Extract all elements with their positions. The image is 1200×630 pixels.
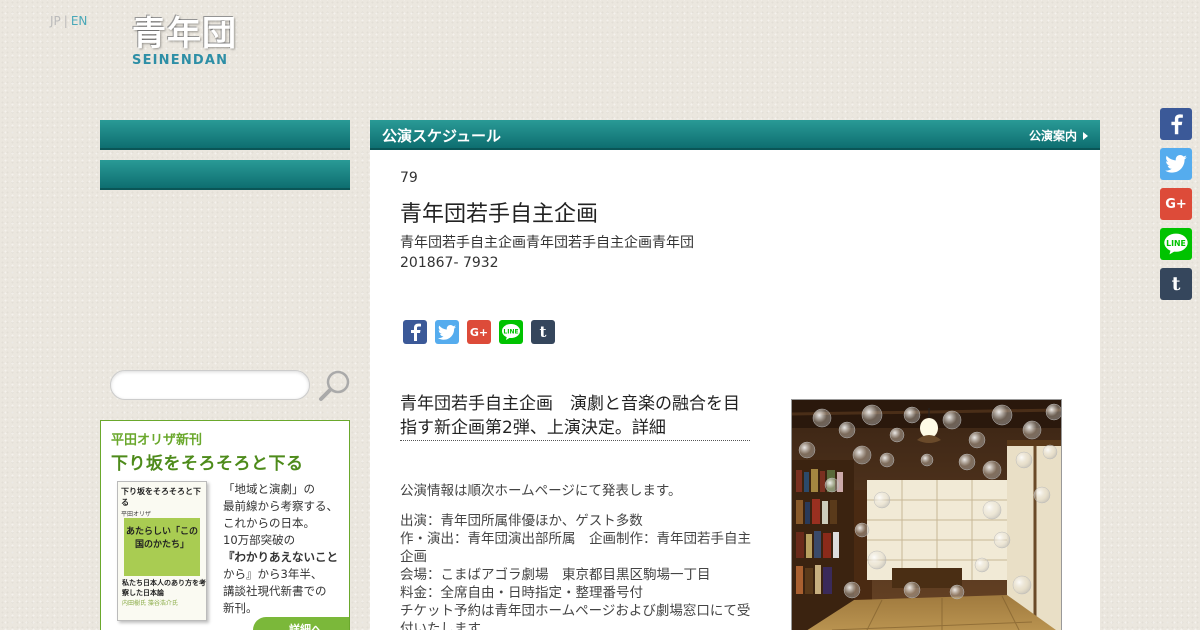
book-cover-band: あたらしい「この国のかたち」 <box>124 518 200 576</box>
sidebar-menu-button-1[interactable] <box>100 120 350 150</box>
sidebar-menu-button-2[interactable] <box>100 160 350 190</box>
event-subtitle: 青年団若手自主企画青年団若手自主企画青年団 <box>400 235 694 251</box>
event-number: 79 <box>400 170 418 186</box>
site-logo[interactable]: 青年団 SEINENDAN <box>132 14 252 72</box>
facebook-icon[interactable] <box>1160 108 1192 140</box>
ad-title: 下り坂をそろそろと下る <box>111 454 304 474</box>
ad-line: 10万部突破の <box>223 533 296 547</box>
lang-en-link[interactable]: EN <box>71 14 88 28</box>
book-ad-banner[interactable]: 平田オリザ新刊 下り坂をそろそろと下る 下り坂をそろそろと下る 平田オリザ あた… <box>100 420 350 630</box>
tumblr-icon[interactable]: t <box>531 320 555 344</box>
logo-kanji: 青年団 <box>132 14 237 54</box>
facebook-icon[interactable] <box>403 320 427 344</box>
section-title: 公演スケジュール <box>382 127 501 145</box>
stage-photo[interactable] <box>791 399 1062 630</box>
line-icon[interactable]: LINE <box>1160 228 1192 260</box>
book-cover-title: 下り坂をそろそろと下る <box>121 487 201 507</box>
body-paragraph: 出演：青年団所属俳優ほか、ゲスト多数 作・演出：青年団演出部所属 企画制作：青年… <box>400 512 760 630</box>
body-line: 公演情報は順次ホームページにて発表します。 <box>400 483 682 499</box>
triangle-right-icon <box>1083 132 1088 140</box>
lang-jp-link[interactable]: JP <box>50 14 61 28</box>
body-line: 出演：青年団所属俳優ほか、ゲスト多数 <box>400 513 643 529</box>
search-icon[interactable] <box>318 368 354 408</box>
body-line: 会場：こまばアゴラ劇場 東京都目黒区駒場一丁目 <box>400 567 711 583</box>
article-heading-link[interactable]: 青年団若手自主企画 演劇と音楽の融合を目指す新企画第2弾、上演決定。詳細 <box>400 392 750 441</box>
main-content: 公演スケジュール 公演案内 79 青年団若手自主企画 青年団若手自主企画青年団若… <box>370 120 1100 630</box>
svg-text:LINE: LINE <box>1166 239 1186 248</box>
search-input[interactable] <box>110 370 310 400</box>
ad-line: 新刊。 <box>223 601 258 615</box>
body-paragraph: 公演情報は順次ホームページにて発表します。 <box>400 482 760 500</box>
ad-line: これからの日本。 <box>223 516 315 530</box>
ad-line: 「地域と演劇」の <box>223 482 315 496</box>
body-line: 作・演出：青年団演出部所属 企画制作：青年団若手自主企画 <box>400 531 751 565</box>
google-plus-icon[interactable]: G+ <box>467 320 491 344</box>
google-plus-icon[interactable]: G+ <box>1160 188 1192 220</box>
search-box <box>110 370 350 401</box>
book-cover-image: 下り坂をそろそろと下る 平田オリザ あたらしい「この国のかたち」 私たち日本人の… <box>117 481 207 621</box>
body-line: 料金：全席自由・日時指定・整理番号付 <box>400 585 643 601</box>
ad-description: 「地域と演劇」の 最前線から考察する、 これからの日本。 10万部突破の 『わか… <box>223 481 348 617</box>
line-icon[interactable]: LINE <box>499 320 523 344</box>
floating-share-bar: G+ LINE t <box>1160 108 1192 300</box>
tumblr-icon[interactable]: t <box>1160 268 1192 300</box>
twitter-icon[interactable] <box>435 320 459 344</box>
ad-line: 最前線から考察する、 <box>223 499 338 513</box>
section-header: 公演スケジュール 公演案内 <box>370 120 1100 150</box>
ad-line: 『わかりあえないこと <box>223 550 338 564</box>
ad-detail-button[interactable]: 詳細へ <box>253 617 349 630</box>
svg-text:LINE: LINE <box>503 329 518 336</box>
performance-info-link[interactable]: 公演案内 <box>1029 127 1088 144</box>
inline-share-buttons: G+ LINE t <box>403 320 555 344</box>
article-body: 公演情報は順次ホームページにて発表します。 出演：青年団所属俳優ほか、ゲスト多数… <box>400 482 760 630</box>
book-cover-blurb: 私たち日本人のあり方を考察した日本論 <box>122 579 206 597</box>
book-cover-names: 内田樹氏 藻谷浩介氏 <box>122 600 178 607</box>
lang-separator: | <box>63 14 68 28</box>
ad-line: から』から3年半、 <box>223 567 323 581</box>
ad-line: 講談社現代新書での <box>223 584 327 598</box>
logo-roman: SEINENDAN <box>132 53 229 68</box>
ad-kicker: 平田オリザ新刊 <box>111 433 203 448</box>
performance-info-label: 公演案内 <box>1028 129 1077 143</box>
event-date: 201867- 7932 <box>400 255 499 271</box>
twitter-icon[interactable] <box>1160 148 1192 180</box>
body-line: チケット予約は青年団ホームページおよび劇場窓口にて受付いたします <box>400 603 751 630</box>
language-switch: JP | EN <box>50 14 87 28</box>
event-title: 青年団若手自主企画 <box>400 202 599 227</box>
